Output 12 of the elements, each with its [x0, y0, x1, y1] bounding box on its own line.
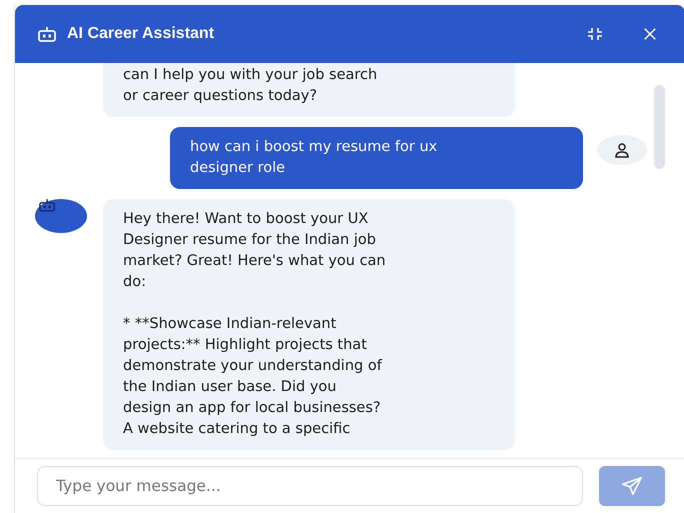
bot-avatar — [35, 199, 87, 233]
send-icon — [621, 475, 643, 497]
user-avatar — [597, 135, 647, 165]
collapse-icon — [587, 26, 603, 42]
window-title: AI Career Assistant — [67, 25, 214, 43]
message-input[interactable]: Type your message... — [37, 466, 583, 506]
bot-message: can I help you with your job search or career questions today? — [103, 63, 515, 117]
scrollbar[interactable] — [654, 85, 665, 169]
user-message: how can i boost my resume for ux designer role — [170, 127, 583, 189]
close-icon — [643, 27, 657, 41]
robot-icon — [37, 26, 57, 42]
bot-message: Hey there! Want to boost your UX Designer resume for the Indian job market? Great! Here's what you can do: * **Showcase Indian-relevant projects:** Highlight projects that demonstrate your understanding of the Indian user base. Did you design an app for local businesses? A website catering to a specific — [103, 199, 515, 450]
